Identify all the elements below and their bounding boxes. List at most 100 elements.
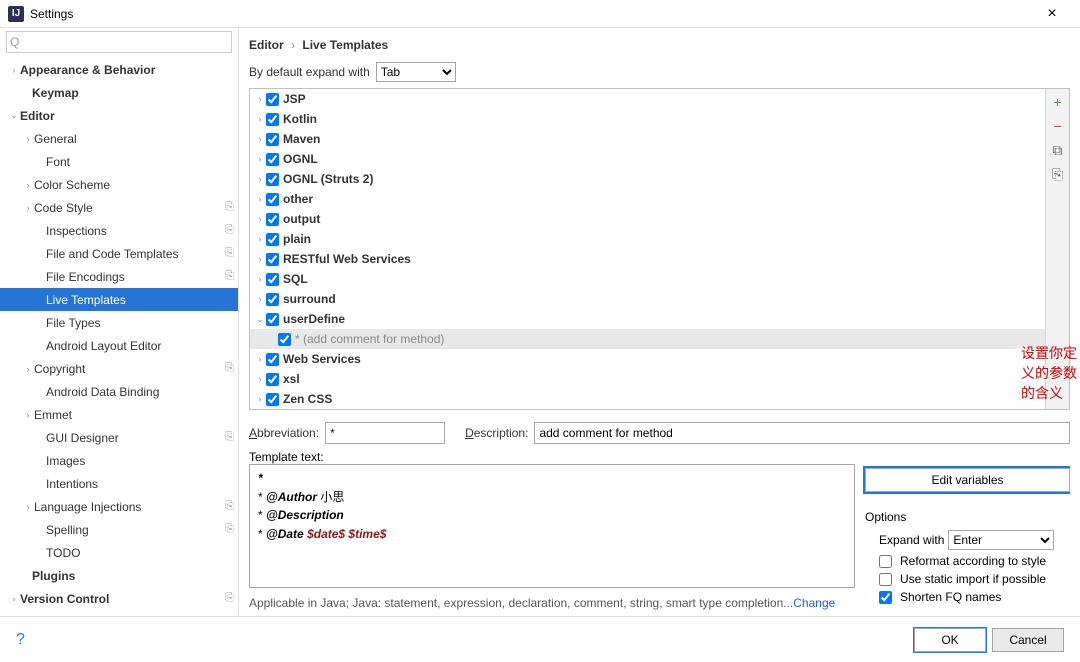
shorten-fq-checkbox[interactable] [879,591,892,604]
add-icon[interactable]: + [1049,93,1067,111]
template-group-plain[interactable]: ›plain [250,229,1045,249]
template-group-zen-css[interactable]: ›Zen CSS [250,389,1045,409]
applicable-text: Applicable in Java; Java: statement, exp… [249,596,855,610]
caret-icon: › [254,394,266,404]
group-checkbox[interactable] [266,293,279,306]
sidebar-item-intentions[interactable]: Intentions [0,472,238,495]
group-checkbox[interactable] [266,373,279,386]
sidebar-item-keymap[interactable]: Keymap [0,81,238,104]
template-group-web-services[interactable]: ›Web Services [250,349,1045,369]
item-checkbox[interactable] [278,333,291,346]
group-checkbox[interactable] [266,153,279,166]
desc-input[interactable] [534,422,1070,444]
cancel-button[interactable]: Cancel [992,628,1064,652]
expand-with-label: Expand with [879,533,944,547]
group-checkbox[interactable] [266,233,279,246]
caret-icon: › [254,274,266,284]
change-link[interactable]: Change [793,596,835,610]
chevron-icon: ⌄ [8,110,20,121]
sidebar-item-spelling[interactable]: Spelling⎘ [0,518,238,541]
sidebar-item-live-templates[interactable]: Live Templates [0,288,238,311]
sidebar-item-appearance-behavior[interactable]: ›Appearance & Behavior [0,58,238,81]
chevron-icon: › [22,180,34,190]
template-group-maven[interactable]: ›Maven [250,129,1045,149]
template-group-ognl-struts-2-[interactable]: ›OGNL (Struts 2) [250,169,1045,189]
window-title: Settings [30,7,73,21]
template-groups-list[interactable]: ›JSP›Kotlin›Maven›OGNL›OGNL (Struts 2)›o… [250,89,1045,409]
abbr-input[interactable] [325,422,445,444]
sidebar-item-gui-designer[interactable]: GUI Designer⎘ [0,426,238,449]
ok-button[interactable]: OK [914,628,986,652]
gear-icon: ⎘ [225,362,234,375]
sidebar-item-editor[interactable]: ⌄Editor [0,104,238,127]
help-icon[interactable]: ? [16,631,25,649]
caret-icon: › [254,294,266,304]
template-group-ognl[interactable]: ›OGNL [250,149,1045,169]
caret-icon: › [254,254,266,264]
sidebar-item-copyright[interactable]: ›Copyright⎘ [0,357,238,380]
sidebar-item-font[interactable]: Font [0,150,238,173]
search-input[interactable] [6,31,232,53]
group-checkbox[interactable] [266,133,279,146]
sidebar-item-images[interactable]: Images [0,449,238,472]
group-checkbox[interactable] [266,113,279,126]
edit-variables-button[interactable]: Edit variables [865,468,1070,492]
group-checkbox[interactable] [266,353,279,366]
expand-with-select[interactable]: Enter [948,530,1054,550]
sidebar-item-code-style[interactable]: ›Code Style⎘ [0,196,238,219]
sidebar-item-inspections[interactable]: Inspections⎘ [0,219,238,242]
template-group-restful-web-services[interactable]: ›RESTful Web Services [250,249,1045,269]
settings-sidebar: Q ›Appearance & BehaviorKeymap⌄Editor›Ge… [0,28,239,616]
default-expand-label: By default expand with [249,65,370,79]
template-group-other[interactable]: ›other [250,189,1045,209]
group-checkbox[interactable] [266,393,279,406]
group-checkbox[interactable] [266,213,279,226]
content-pane: Editor › Live Templates By default expan… [239,28,1080,616]
template-group-output[interactable]: ›output [250,209,1045,229]
close-button[interactable]: × [1032,5,1072,23]
remove-icon[interactable]: − [1049,117,1067,135]
crumb-sep: › [291,38,295,52]
gear-icon: ⎘ [225,201,234,214]
sidebar-item-android-layout-editor[interactable]: Android Layout Editor [0,334,238,357]
group-checkbox[interactable] [266,273,279,286]
caret-icon: › [254,94,266,104]
sidebar-item-language-injections[interactable]: ›Language Injections⎘ [0,495,238,518]
chevron-icon: › [22,364,34,374]
sidebar-item-file-encodings[interactable]: File Encodings⎘ [0,265,238,288]
static-import-checkbox[interactable] [879,573,892,586]
paste-icon[interactable]: ⎘ [1049,165,1067,183]
sidebar-item-android-data-binding[interactable]: Android Data Binding [0,380,238,403]
sidebar-item-plugins[interactable]: Plugins [0,564,238,587]
dialog-footer: ? OK Cancel [0,616,1080,662]
sidebar-item-version-control[interactable]: ›Version Control⎘ [0,587,238,610]
sidebar-item-file-and-code-templates[interactable]: File and Code Templates⎘ [0,242,238,265]
template-group-userdefine[interactable]: ⌄userDefine [250,309,1045,329]
caret-icon: › [254,234,266,244]
group-checkbox[interactable] [266,173,279,186]
template-item[interactable]: * (add comment for method) [250,329,1045,349]
group-checkbox[interactable] [266,93,279,106]
app-icon: IJ [8,6,24,22]
sidebar-item-file-types[interactable]: File Types [0,311,238,334]
template-text-area[interactable]: * * @Author 小思 * @Description * @Date $d… [249,464,855,588]
group-checkbox[interactable] [266,193,279,206]
sidebar-item-general[interactable]: ›General [0,127,238,150]
group-checkbox[interactable] [266,313,279,326]
caret-icon: › [254,194,266,204]
sidebar-item-todo[interactable]: TODO [0,541,238,564]
template-group-surround[interactable]: ›surround [250,289,1045,309]
sidebar-item-color-scheme[interactable]: ›Color Scheme [0,173,238,196]
gear-icon: ⎘ [225,592,234,605]
caret-icon: › [254,214,266,224]
template-group-jsp[interactable]: ›JSP [250,89,1045,109]
default-expand-select[interactable]: Tab [376,62,456,82]
copy-icon[interactable]: ⧉ [1049,141,1067,159]
template-group-xsl[interactable]: ›xsl [250,369,1045,389]
sidebar-item-emmet[interactable]: ›Emmet [0,403,238,426]
reformat-checkbox[interactable] [879,555,892,568]
settings-tree[interactable]: ›Appearance & BehaviorKeymap⌄Editor›Gene… [0,56,238,616]
template-group-kotlin[interactable]: ›Kotlin [250,109,1045,129]
template-group-sql[interactable]: ›SQL [250,269,1045,289]
group-checkbox[interactable] [266,253,279,266]
